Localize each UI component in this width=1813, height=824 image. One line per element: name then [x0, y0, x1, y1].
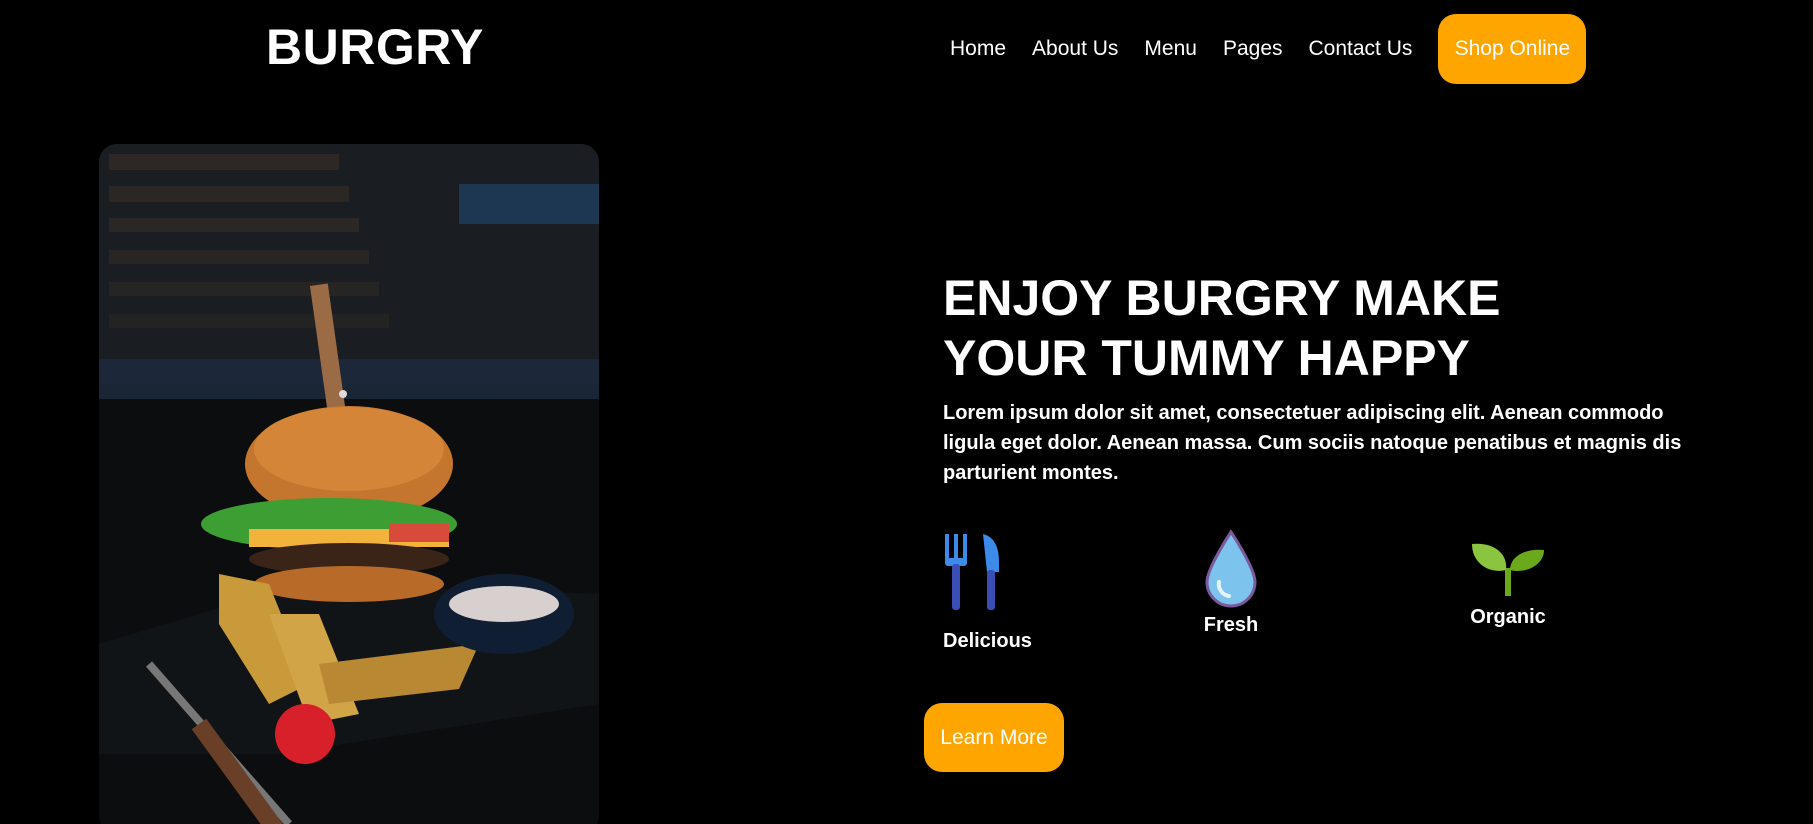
- learn-more-button[interactable]: Learn More: [924, 703, 1064, 772]
- main-nav: Home About Us Menu Pages Contact Us Shop…: [950, 14, 1587, 84]
- nav-menu[interactable]: Menu: [1144, 37, 1197, 61]
- nav-pages[interactable]: Pages: [1223, 37, 1283, 61]
- feature-label-delicious: Delicious: [943, 630, 1032, 652]
- water-drop-icon: [1205, 529, 1257, 608]
- feature-fresh: Fresh: [1203, 528, 1259, 637]
- nav-contact-us[interactable]: Contact Us: [1309, 37, 1413, 61]
- headline-line-1: ENJOY BURGRY MAKE: [943, 270, 1501, 326]
- hero-description: Lorem ipsum dolor sit amet, consectetuer…: [943, 402, 1682, 484]
- feature-label-fresh: Fresh: [1203, 614, 1259, 636]
- feature-label-organic: Organic: [1470, 606, 1546, 628]
- nav-about-us[interactable]: About Us: [1032, 37, 1118, 61]
- headline-line-2: YOUR TUMMY HAPPY: [943, 330, 1470, 386]
- feature-delicious: Delicious: [943, 532, 1032, 653]
- hero-headline: ENJOY BURGRY MAKE YOUR TUMMY HAPPY: [943, 268, 1543, 388]
- feature-organic: Organic: [1470, 538, 1546, 629]
- logo[interactable]: BURGRY: [266, 18, 484, 76]
- shop-online-button[interactable]: Shop Online: [1438, 14, 1587, 84]
- nav-home[interactable]: Home: [950, 37, 1006, 61]
- sprout-icon: [1472, 543, 1544, 596]
- burger-photo: [99, 144, 599, 824]
- fork-knife-icon: [945, 534, 999, 610]
